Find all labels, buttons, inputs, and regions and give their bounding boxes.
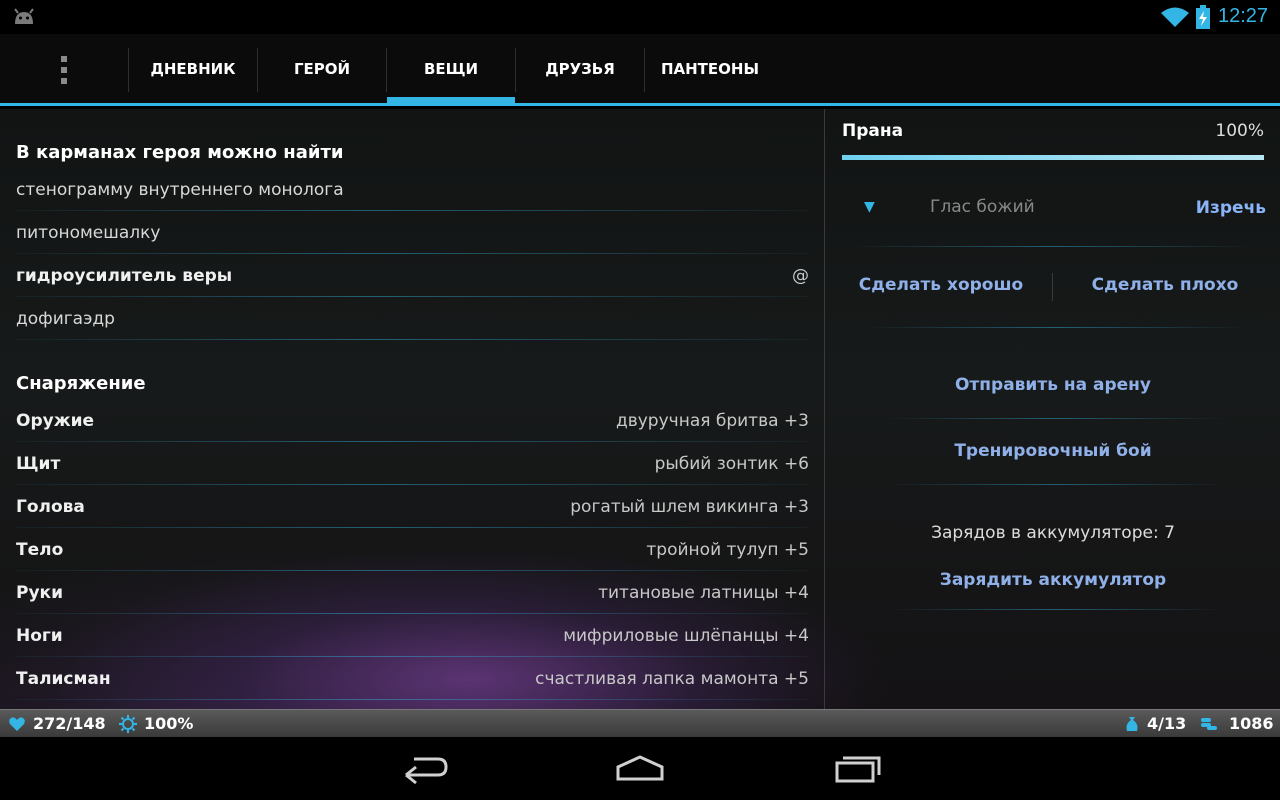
inventory-count: 4/13 (1147, 714, 1187, 733)
training-fight-button[interactable]: Тренировочный бой (826, 441, 1280, 461)
godvoice-row: ▼ Глас божий Изречь (826, 181, 1280, 237)
godvoice-send-button[interactable]: Изречь (1196, 198, 1266, 218)
equipment-value: титановые латницы +4 (598, 582, 809, 603)
tab-diary[interactable]: ДНЕВНИК (129, 34, 257, 103)
inventory-item[interactable]: гидроусилитель веры @ (16, 254, 809, 297)
heart-icon (9, 717, 25, 731)
equipment-slot: Ноги (16, 625, 63, 646)
inventory-item-name: дофигаэдр (16, 308, 115, 329)
button-divider (1052, 273, 1053, 301)
send-to-arena-button[interactable]: Отправить на арену (826, 375, 1280, 395)
prana-progress-bar (842, 155, 1264, 160)
divider (846, 246, 1256, 247)
equipment-value: мифриловые шлёпанцы +4 (563, 625, 809, 646)
equipment-title: Снаряжение (16, 373, 146, 394)
equipment-row: Руки титановые латницы +4 (16, 571, 809, 614)
equipment-value: тройной тулуп +5 (646, 539, 809, 560)
equipment-row: Ноги мифриловые шлёпанцы +4 (16, 614, 809, 657)
inventory-item-name: питономешалку (16, 222, 161, 243)
equipment-slot: Щит (16, 453, 61, 474)
items-panel: В карманах героя можно найти стенограмму… (0, 109, 825, 709)
android-icon (14, 8, 34, 24)
charges-count: Зарядов в аккумуляторе: 7 (931, 523, 1175, 543)
inventory-item[interactable]: питономешалку (16, 211, 809, 254)
equipment-row: Талисман счастливая лапка мамонта +5 (16, 657, 809, 700)
back-icon[interactable] (394, 749, 454, 789)
navigation-bar (0, 737, 1280, 800)
equipment-value: счастливая лапка мамонта +5 (535, 668, 809, 689)
equipment-slot: Оружие (16, 410, 95, 431)
inventory-title: В карманах героя можно найти (16, 142, 344, 163)
overflow-menu-icon[interactable] (40, 44, 88, 96)
divider (886, 418, 1226, 419)
control-panel: Прана 100% ▼ Глас божий Изречь Сделать х… (826, 109, 1280, 709)
tab-items[interactable]: ВЕЩИ (387, 34, 515, 103)
inventory-item[interactable]: стенограмму внутреннего монолога (16, 168, 809, 211)
tab-friends[interactable]: ДРУЗЬЯ (516, 34, 644, 103)
prana-label: Прана (842, 121, 904, 141)
equipment-row: Тело тройной тулуп +5 (16, 528, 809, 571)
wifi-icon (1161, 7, 1189, 27)
hero-info-bar: 272/148 100% 4/13 1086 (0, 709, 1280, 737)
tab-bar: ДНЕВНИК ГЕРОЙ ВЕЩИ ДРУЗЬЯ ПАНТЕОНЫ (0, 34, 1280, 106)
charge-accumulator-button[interactable]: Зарядить аккумулятор (826, 570, 1280, 590)
equipment-value: рыбий зонтик +6 (654, 453, 809, 474)
equipment-value: рогатый шлем викинга +3 (570, 496, 809, 517)
battery-charging-icon (1196, 5, 1210, 29)
equipment-row: Оружие двуручная бритва +3 (16, 399, 809, 442)
recents-icon[interactable] (827, 749, 887, 789)
dropdown-arrow-icon[interactable]: ▼ (864, 199, 875, 215)
activatable-mark[interactable]: @ (792, 266, 809, 286)
prana-icon (119, 715, 137, 733)
prana-percent: 100% (144, 714, 194, 733)
equipment-slot: Голова (16, 496, 85, 517)
equipment-slot: Руки (16, 582, 63, 603)
do-bad-button[interactable]: Сделать плохо (1080, 275, 1250, 295)
equipment-slot: Талисман (16, 668, 111, 689)
bag-icon (1126, 717, 1138, 731)
divider (886, 609, 1226, 610)
clock: 12:27 (1218, 5, 1269, 27)
content-area: В карманах героя можно найти стенограмму… (0, 109, 1280, 709)
inventory-item-name: стенограмму внутреннего монолога (16, 179, 344, 200)
divider (886, 484, 1226, 485)
home-icon[interactable] (610, 749, 670, 789)
equipment-row: Щит рыбий зонтик +6 (16, 442, 809, 485)
equipment-value: двуручная бритва +3 (615, 410, 809, 431)
inventory-item[interactable]: дофигаэдр (16, 297, 809, 340)
tab-pantheons[interactable]: ПАНТЕОНЫ (645, 34, 775, 103)
prana-progress-fill (842, 155, 1264, 160)
divider (866, 327, 1246, 328)
equipment-slot: Тело (16, 539, 64, 560)
gold-count: 1086 (1229, 714, 1274, 733)
godvoice-input[interactable]: Глас божий (930, 197, 1035, 217)
coins-icon (1201, 718, 1217, 730)
status-bar: 12:27 (0, 0, 1280, 34)
tab-hero[interactable]: ГЕРОЙ (258, 34, 386, 103)
prana-value: 100% (1215, 121, 1264, 141)
do-good-button[interactable]: Сделать хорошо (856, 275, 1026, 295)
inventory-item-name: гидроусилитель веры (16, 265, 233, 286)
health-value: 272/148 (33, 714, 106, 733)
equipment-row: Голова рогатый шлем викинга +3 (16, 485, 809, 528)
